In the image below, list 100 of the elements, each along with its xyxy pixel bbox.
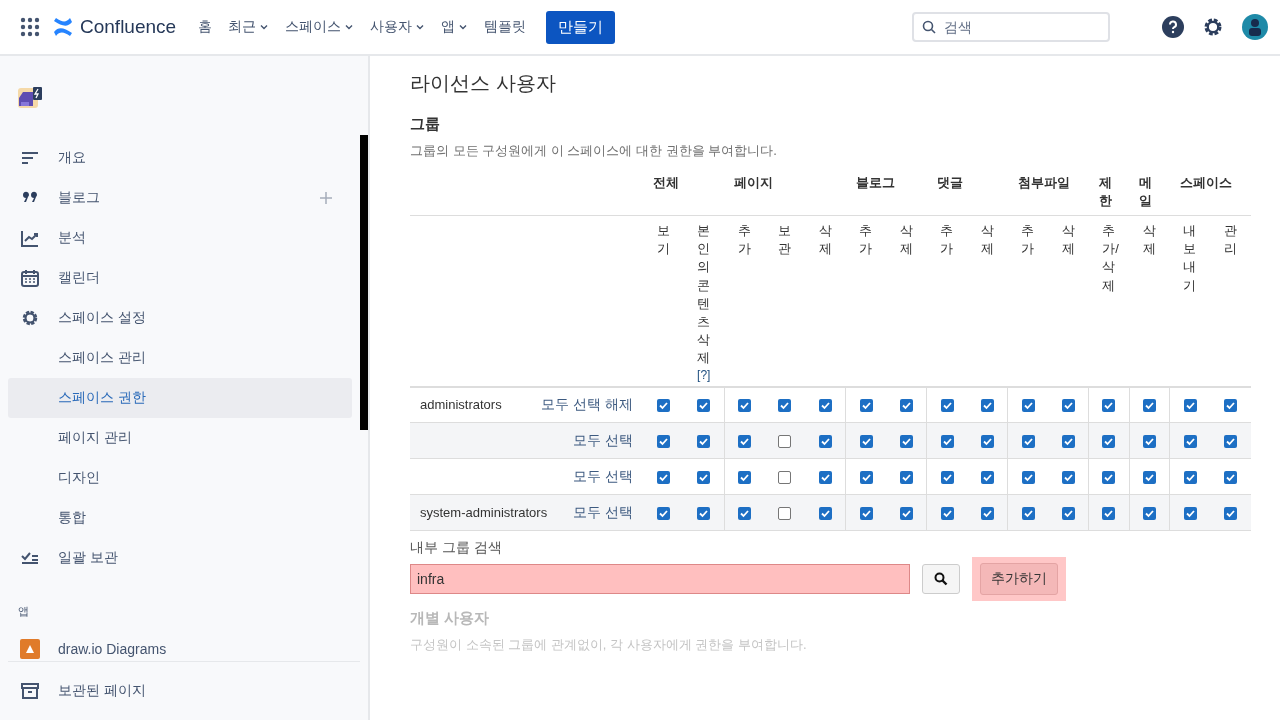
select-all-link[interactable]: 모두 선택 해제 (541, 395, 633, 412)
app-item[interactable]: draw.io Diagrams (8, 637, 352, 661)
avatar-icon[interactable] (1242, 14, 1268, 40)
sidebar-item[interactable]: 페이지 관리 (8, 418, 352, 458)
checkbox[interactable] (899, 507, 913, 521)
sidebar-item[interactable]: 스페이스 관리 (8, 338, 352, 378)
add-button[interactable]: 추가하기 (980, 563, 1058, 596)
checkbox[interactable] (1183, 507, 1197, 521)
checkbox[interactable] (1021, 435, 1035, 449)
checkbox[interactable] (697, 435, 710, 449)
nav-item[interactable]: 홈 (192, 12, 219, 42)
checkbox[interactable] (818, 507, 832, 521)
checkbox[interactable] (940, 399, 954, 413)
checkbox[interactable] (818, 435, 832, 449)
checkbox[interactable] (940, 435, 954, 449)
checkbox[interactable] (1223, 471, 1237, 485)
checkbox[interactable] (656, 507, 670, 521)
sidebar-item[interactable]: 스페이스 권한 (8, 378, 352, 418)
checkbox[interactable] (1142, 471, 1156, 485)
checkbox[interactable] (940, 507, 954, 521)
checkbox[interactable] (1061, 507, 1075, 521)
scrollbar[interactable] (360, 135, 368, 430)
checkbox[interactable] (738, 507, 751, 521)
checkbox[interactable] (1142, 435, 1156, 449)
checkbox[interactable] (656, 399, 670, 413)
checkbox[interactable] (1061, 435, 1075, 449)
nav-item[interactable]: 스페이스 (279, 12, 361, 42)
checkbox[interactable] (1102, 435, 1116, 449)
help-icon[interactable] (1162, 16, 1184, 38)
sidebar-item[interactable]: 통합 (8, 498, 352, 538)
checkbox[interactable] (1223, 435, 1237, 449)
checkbox[interactable] (738, 471, 751, 485)
checkbox[interactable] (1183, 471, 1197, 485)
sidebar-item[interactable]: 디자인 (8, 458, 352, 498)
checkbox[interactable] (1061, 399, 1075, 413)
checkbox[interactable] (738, 435, 751, 449)
checkbox[interactable] (859, 471, 873, 485)
sidebar-item[interactable]: 블로그 (8, 178, 352, 218)
checkbox[interactable] (697, 507, 710, 521)
checkbox[interactable] (818, 399, 832, 413)
checkbox[interactable] (1021, 471, 1035, 485)
checkbox[interactable] (1021, 507, 1035, 521)
checkbox[interactable] (859, 507, 873, 521)
sidebar-item[interactable]: 보관된 페이지 (8, 661, 360, 720)
sidebar-item[interactable]: 분석 (8, 218, 352, 258)
checkbox[interactable] (899, 471, 913, 485)
checkbox[interactable] (738, 399, 751, 413)
checkbox[interactable] (899, 435, 913, 449)
checkbox[interactable] (778, 399, 792, 413)
checkbox[interactable] (697, 471, 710, 485)
sidebar-item[interactable]: 스페이스 설정 (8, 298, 352, 338)
checkbox[interactable] (980, 471, 994, 485)
select-all-link[interactable]: 모두 선택 (573, 503, 633, 520)
checkbox[interactable] (1223, 507, 1237, 521)
create-button[interactable]: 만들기 (546, 10, 616, 44)
nav-item[interactable]: 최근 (222, 12, 276, 42)
checkbox[interactable] (656, 435, 670, 449)
checkbox[interactable] (1183, 435, 1197, 449)
help-link[interactable]: [?] (683, 367, 724, 382)
group-search-field[interactable]: infra (410, 564, 910, 595)
checkbox[interactable] (1102, 399, 1116, 413)
nav-item[interactable]: 사용자 (364, 12, 432, 42)
product-name[interactable]: Confluence (80, 16, 177, 38)
checkbox[interactable] (859, 399, 873, 413)
space-logo-icon[interactable] (18, 86, 44, 110)
checkbox[interactable] (1223, 399, 1237, 413)
column-group-header: 메일 (1139, 174, 1153, 210)
checkbox[interactable] (980, 435, 994, 449)
checkbox[interactable] (980, 399, 994, 413)
checkbox[interactable] (1102, 471, 1116, 485)
checkbox[interactable] (656, 471, 670, 485)
checkbox[interactable] (1142, 399, 1156, 413)
sidebar-item[interactable]: 개요 (8, 138, 352, 178)
checkbox[interactable] (1102, 507, 1116, 521)
select-all-link[interactable]: 모두 선택 (573, 467, 633, 484)
nav-item[interactable]: 템플릿 (478, 12, 533, 42)
checkbox[interactable] (818, 471, 832, 485)
sidebar-item[interactable]: 일괄 보관 (8, 538, 352, 578)
checkbox[interactable] (778, 507, 792, 521)
checkbox[interactable] (697, 399, 710, 413)
search-field[interactable]: 검색 (912, 12, 1110, 42)
checkbox[interactable] (1183, 399, 1197, 413)
nav-item[interactable]: 앱 (435, 12, 475, 42)
checkbox[interactable] (1021, 399, 1035, 413)
search-icon (934, 572, 948, 587)
checkbox[interactable] (940, 471, 954, 485)
sidebar-item[interactable]: 캘린더 (8, 258, 352, 298)
checkbox[interactable] (899, 399, 913, 413)
app-icon (20, 639, 40, 659)
checkbox[interactable] (859, 435, 873, 449)
checkbox[interactable] (1061, 471, 1075, 485)
checkbox[interactable] (980, 507, 994, 521)
app-switcher-icon[interactable] (20, 17, 40, 37)
logo-icon[interactable] (52, 17, 74, 37)
checkbox[interactable] (1142, 507, 1156, 521)
settings-icon[interactable] (1202, 16, 1224, 38)
search-button[interactable] (922, 564, 960, 595)
select-all-link[interactable]: 모두 선택 (573, 431, 633, 448)
checkbox[interactable] (778, 435, 792, 449)
checkbox[interactable] (778, 471, 792, 485)
